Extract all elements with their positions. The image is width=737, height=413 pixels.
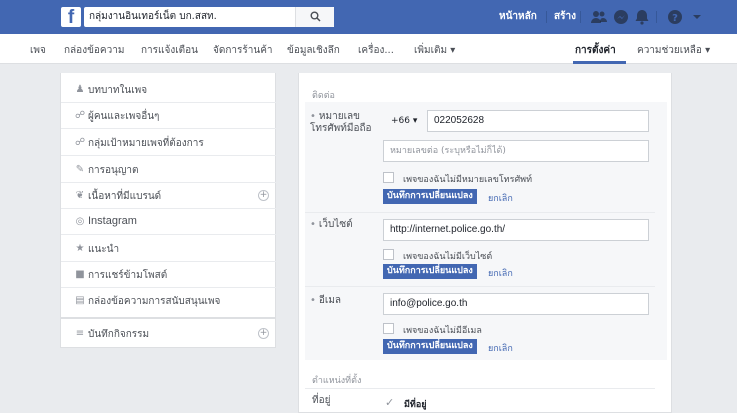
sidebar-item-label: การแชร์ข้ามโพสต์ xyxy=(88,270,168,281)
no-website-checkbox[interactable] xyxy=(383,249,394,260)
phone-extension-input[interactable]: หมายเลขต่อ (ระบุหรือไม่ก็ได้) xyxy=(383,140,649,162)
friend-requests-icon[interactable] xyxy=(590,8,608,26)
sidebar-item-preferred-audience[interactable]: ☍ กลุ่มเป้าหมายเพจที่ต้องการ xyxy=(61,130,277,156)
address-label: ที่อยู่ xyxy=(312,395,331,406)
sidebar-item-label: กล่องข้อความการสนับสนุนเพจ xyxy=(88,296,221,307)
home-link[interactable]: หน้าหลัก xyxy=(499,9,537,24)
nav-settings[interactable]: การตั้งค่า xyxy=(575,43,616,58)
top-separator xyxy=(580,11,581,23)
no-email-label: เพจของฉันไม่มีอีเมล xyxy=(403,326,482,336)
sidebar-item-instagram[interactable]: ◎ Instagram xyxy=(61,209,277,235)
website-input[interactable]: http://internet.police.go.th/ xyxy=(383,219,649,241)
checkmark-icon[interactable]: ✓ xyxy=(385,397,396,408)
website-label: • เว็บไซต์ xyxy=(310,219,353,230)
star-icon: ★ xyxy=(75,243,85,254)
cancel-phone-button[interactable]: ยกเลิก xyxy=(488,191,513,205)
no-phone-checkbox[interactable] xyxy=(383,172,394,183)
target-audience-icon: ☍ xyxy=(75,137,86,148)
nav-shop[interactable]: จัดการร้านค้า xyxy=(213,43,273,58)
sidebar-item-label: ผู้คนและเพจอื่นๆ xyxy=(88,111,160,122)
no-phone-label: เพจของฉันไม่มีหมายเลขโทรศัพท์ xyxy=(403,175,533,185)
sidebar-item-support-inbox[interactable]: ▤ กล่องข้อความการสนับสนุนเพจ xyxy=(61,288,277,314)
save-email-button[interactable]: บันทึกการเปลี่ยนแปลง xyxy=(383,339,477,354)
nav-tools[interactable]: เครื่อง... xyxy=(358,43,394,58)
help-icon[interactable]: ? xyxy=(666,8,684,26)
contact-settings-panel: ติดต่อ • หมายเลขโทรศัพท์มือถือ +66 ▾ 0220… xyxy=(298,73,672,413)
video-icon: ■ xyxy=(75,269,85,280)
sidebar-item-people-and-pages[interactable]: ☍ ผู้คนและเพจอื่นๆ xyxy=(61,103,277,129)
email-input[interactable]: info@police.go.th xyxy=(383,293,649,315)
sidebar-item-label: บทบาทในเพจ xyxy=(88,85,148,96)
nav-page[interactable]: เพจ xyxy=(30,43,46,58)
create-link[interactable]: สร้าง xyxy=(554,9,576,24)
sidebar-item-branded-content[interactable]: ❦ เนื้อหาที่มีแบรนด์ + xyxy=(61,183,277,209)
messenger-icon[interactable] xyxy=(612,8,630,26)
settings-sidebar: ♟ บทบาทในเพจ ☍ ผู้คนและเพจอื่นๆ ☍ กลุ่มเ… xyxy=(60,73,277,318)
cancel-website-button[interactable]: ยกเลิก xyxy=(488,266,513,280)
has-address-label: มีที่อยู่ xyxy=(404,400,427,410)
expand-icon[interactable]: + xyxy=(258,190,269,201)
people-icon: ☍ xyxy=(75,110,86,121)
expand-icon[interactable]: + xyxy=(258,328,269,339)
active-tab-indicator xyxy=(573,61,626,64)
sidebar-item-label: กลุ่มเป้าหมายเพจที่ต้องการ xyxy=(88,138,204,149)
page-navigation: เพจ กล่องข้อความ การแจ้งเตือน จัดการร้าน… xyxy=(0,34,737,64)
sidebar-item-permissions[interactable]: ✎ การอนุญาต xyxy=(61,157,277,183)
save-website-button[interactable]: บันทึกการเปลี่ยนแปลง xyxy=(383,264,477,279)
sidebar-item-crossposting[interactable]: ■ การแชร์ข้ามโพสต์ xyxy=(61,262,277,288)
notifications-icon[interactable] xyxy=(633,8,651,26)
sidebar-item-featured[interactable]: ★ แนะนำ xyxy=(61,236,277,262)
sidebar-item-label: Instagram xyxy=(88,215,137,227)
top-separator xyxy=(546,11,547,23)
activity-log-panel: ≡ บันทึกกิจกรรม + xyxy=(60,318,276,348)
location-section-title: ตำแหน่งที่ตั้ง xyxy=(312,376,362,386)
page-background xyxy=(672,383,737,413)
account-menu-icon[interactable] xyxy=(688,8,706,26)
facebook-logo[interactable]: f xyxy=(61,7,81,27)
sidebar-item-page-roles[interactable]: ♟ บทบาทในเพจ xyxy=(61,77,277,103)
nav-notifications[interactable]: การแจ้งเตือน xyxy=(141,43,198,58)
cancel-email-button[interactable]: ยกเลิก xyxy=(488,341,513,355)
top-navigation-bar: f กลุ่มงานอินเทอร์เน็ต บก.สสท. หน้าหลัก … xyxy=(0,0,737,34)
inbox-icon: ▤ xyxy=(75,295,85,306)
sidebar-item-label: แนะนำ xyxy=(88,244,120,255)
nav-insights[interactable]: ข้อมูลเชิงลึก xyxy=(287,43,340,58)
branded-content-icon: ❦ xyxy=(75,190,85,201)
save-phone-button[interactable]: บันทึกการเปลี่ยนแปลง xyxy=(383,189,477,204)
sidebar-item-label: เนื้อหาที่มีแบรนด์ xyxy=(88,191,162,202)
email-label: • อีเมล xyxy=(310,295,342,306)
permission-icon: ✎ xyxy=(75,164,85,175)
phone-input[interactable]: 022052628 xyxy=(427,110,649,132)
contact-section-title: ติดต่อ xyxy=(312,91,335,101)
nav-help[interactable]: ความช่วยเหลือ ▾ xyxy=(637,43,710,58)
top-separator xyxy=(656,11,657,23)
instagram-icon: ◎ xyxy=(75,216,85,227)
no-email-checkbox[interactable] xyxy=(383,323,394,334)
sidebar-item-label: การอนุญาต xyxy=(88,165,139,176)
sidebar-item-label: บันทึกกิจกรรม xyxy=(88,329,150,340)
divider xyxy=(305,212,655,213)
divider xyxy=(305,388,655,389)
svg-text:?: ? xyxy=(672,13,678,24)
phone-label: • หมายเลขโทรศัพท์มือถือ xyxy=(310,111,372,134)
person-icon: ♟ xyxy=(75,84,85,95)
search-icon xyxy=(310,11,321,22)
nav-more[interactable]: เพิ่มเติม ▾ xyxy=(414,43,455,58)
nav-inbox[interactable]: กล่องข้อความ xyxy=(64,43,124,58)
divider xyxy=(305,286,655,287)
sidebar-item-activity-log[interactable]: ≡ บันทึกกิจกรรม + xyxy=(61,321,277,347)
no-website-label: เพจของฉันไม่มีเว็บไซต์ xyxy=(403,252,493,262)
list-icon: ≡ xyxy=(75,328,85,339)
search-button[interactable] xyxy=(295,7,334,27)
